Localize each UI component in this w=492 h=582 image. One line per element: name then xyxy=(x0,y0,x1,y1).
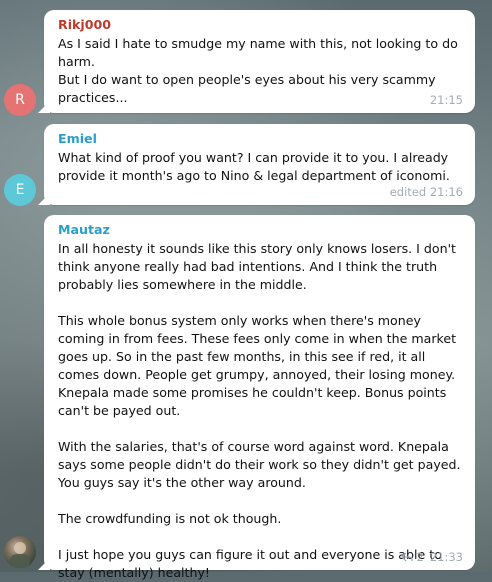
avatar[interactable]: R xyxy=(4,84,36,116)
message-bubble[interactable]: Emiel What kind of proof you want? I can… xyxy=(44,124,475,205)
message-time: 21:15 xyxy=(429,93,463,107)
message-text: What kind of proof you want? I can provi… xyxy=(58,150,453,183)
message-author[interactable]: Emiel xyxy=(58,130,463,148)
replies-count: 2 xyxy=(416,550,424,564)
reply-icon xyxy=(400,552,413,562)
message-text: In all honesty it sounds like this story… xyxy=(58,241,461,580)
replies-indicator[interactable]: 2 xyxy=(400,548,424,566)
message-bubble[interactable]: Rikj000 As I said I hate to smudge my na… xyxy=(44,10,475,113)
message-author[interactable]: Rikj000 xyxy=(58,16,463,34)
avatar[interactable]: E xyxy=(4,174,36,206)
message-text: As I said I hate to smudge my name with … xyxy=(58,36,458,105)
user-photo-avatar[interactable] xyxy=(4,536,36,568)
message-meta: 21:15 xyxy=(430,91,463,109)
avatar-initial: R xyxy=(15,92,25,108)
message-time: 21:33 xyxy=(429,550,463,564)
message-time: edited 21:16 xyxy=(389,185,463,199)
user-photo-icon xyxy=(10,542,30,568)
avatar-initial: E xyxy=(15,182,25,198)
message-meta: edited 21:16 xyxy=(390,183,463,201)
message-bubble[interactable]: Mautaz In all honesty it sounds like thi… xyxy=(44,215,475,580)
message-author[interactable]: Mautaz xyxy=(58,221,463,239)
message-meta: 2 21:33 xyxy=(400,548,463,566)
